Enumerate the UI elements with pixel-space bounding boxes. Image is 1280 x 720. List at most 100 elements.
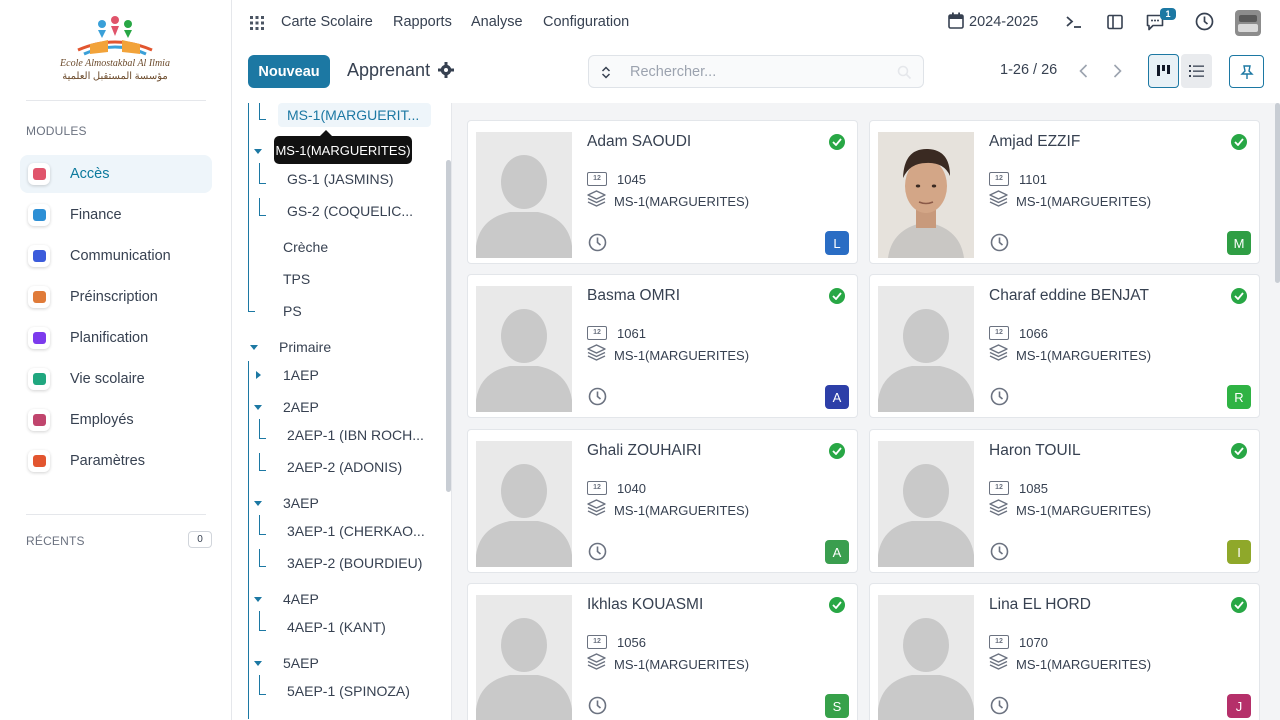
search-icon[interactable] bbox=[897, 65, 912, 80]
tree-node[interactable]: TPS bbox=[283, 271, 310, 287]
gear-icon[interactable] bbox=[438, 62, 454, 78]
tree-scrollbar[interactable] bbox=[446, 160, 451, 492]
tree-node[interactable]: 1AEP bbox=[283, 367, 319, 383]
filter-toggle-icon[interactable] bbox=[601, 66, 611, 79]
layers-icon bbox=[587, 499, 606, 516]
tree-node[interactable]: 2AEP-2 (ADONIS) bbox=[287, 459, 402, 475]
divider bbox=[26, 100, 206, 101]
sidebar-module-access[interactable]: Accès bbox=[20, 155, 212, 193]
activity-clock-icon[interactable] bbox=[1195, 12, 1214, 31]
activity-clock-icon[interactable] bbox=[588, 542, 607, 561]
activity-clock-icon[interactable] bbox=[588, 696, 607, 715]
responsible-avatar[interactable]: A bbox=[825, 385, 849, 409]
student-card[interactable]: Basma OMRI 12 1061 MS-1(MARGUERITES) A bbox=[467, 274, 858, 418]
student-id: 1070 bbox=[1019, 635, 1048, 650]
sidebar-module-label: Communication bbox=[70, 248, 171, 264]
list-view-button[interactable] bbox=[1181, 54, 1212, 88]
status-check-icon bbox=[829, 134, 845, 150]
nav-rapports[interactable]: Rapports bbox=[393, 14, 452, 30]
responsible-avatar[interactable]: A bbox=[825, 540, 849, 564]
tree-node[interactable]: Crèche bbox=[283, 239, 328, 255]
responsible-avatar[interactable]: R bbox=[1227, 385, 1251, 409]
sidebar-module-school-life[interactable]: Vie scolaire bbox=[20, 360, 212, 398]
tree-node[interactable]: PS bbox=[283, 303, 302, 319]
tree-node[interactable]: GS-2 (COQUELIC... bbox=[287, 203, 413, 219]
terminal-icon[interactable] bbox=[1066, 15, 1082, 29]
status-check-icon bbox=[829, 288, 845, 304]
kanban-view-button[interactable] bbox=[1148, 54, 1179, 88]
chevron-right-icon[interactable] bbox=[1110, 63, 1124, 79]
id-card-icon: 12 bbox=[587, 172, 607, 186]
student-card[interactable]: Haron TOUIL 12 1085 MS-1(MARGUERITES) I bbox=[869, 429, 1260, 573]
tree-node[interactable]: 4AEP bbox=[283, 591, 319, 607]
tree-node[interactable]: GS-1 (JASMINS) bbox=[287, 171, 394, 187]
responsible-avatar[interactable]: M bbox=[1227, 231, 1251, 255]
student-card[interactable]: Adam SAOUDI 12 1045 MS-1(MARGUERITES) L bbox=[467, 120, 858, 264]
layers-icon bbox=[989, 499, 1008, 516]
activity-clock-icon[interactable] bbox=[990, 542, 1009, 561]
list-icon bbox=[1189, 65, 1204, 77]
responsible-avatar[interactable]: L bbox=[825, 231, 849, 255]
communication-icon bbox=[28, 245, 50, 267]
student-id: 1066 bbox=[1019, 326, 1048, 341]
tree-node[interactable]: 5AEP bbox=[283, 655, 319, 671]
nav-carte-scolaire[interactable]: Carte Scolaire bbox=[281, 14, 373, 30]
sidebar-module-preinscription[interactable]: Préinscription bbox=[20, 278, 212, 316]
nav-analyse[interactable]: Analyse bbox=[471, 14, 523, 30]
chevron-left-icon[interactable] bbox=[1077, 63, 1091, 79]
activity-clock-icon[interactable] bbox=[588, 387, 607, 406]
pager-value[interactable]: 1-26 / 26 bbox=[1000, 62, 1057, 78]
sidebar-module-label: Accès bbox=[70, 166, 110, 182]
student-class: MS-1(MARGUERITES) bbox=[1016, 194, 1152, 209]
layers-icon bbox=[989, 653, 1008, 670]
status-check-icon bbox=[1231, 288, 1247, 304]
tree-node[interactable]: 3AEP bbox=[283, 495, 319, 511]
student-card[interactable]: Lina EL HORD 12 1070 MS-1(MARGUERITES) J bbox=[869, 583, 1260, 720]
kanban-scrollbar[interactable] bbox=[1275, 103, 1280, 283]
student-card[interactable]: Amjad EZZIF 12 1101 MS-1(MARGUERITES) M bbox=[869, 120, 1260, 264]
responsible-avatar[interactable]: I bbox=[1227, 540, 1251, 564]
panel-toggle-icon[interactable] bbox=[1107, 14, 1123, 30]
apps-grid-icon[interactable] bbox=[250, 16, 264, 30]
sidebar-module-employees[interactable]: Employés bbox=[20, 401, 212, 439]
layers-icon bbox=[989, 190, 1008, 207]
sidebar-module-finance[interactable]: Finance bbox=[20, 196, 212, 234]
recents-title: RÉCENTS bbox=[26, 534, 85, 548]
school-logo[interactable]: Ecole Almostakbal Al Ilmia مؤسسة المستقب… bbox=[50, 14, 180, 86]
responsible-avatar[interactable]: J bbox=[1227, 694, 1251, 718]
tree-node[interactable]: 4AEP-1 (KANT) bbox=[287, 619, 386, 635]
tree-node-ms-1[interactable]: MS-1(MARGUERIT... bbox=[287, 107, 419, 123]
finance-icon bbox=[28, 204, 50, 226]
student-photo bbox=[878, 132, 974, 258]
tree-node[interactable]: 2AEP bbox=[283, 399, 319, 415]
avatar-placeholder-icon bbox=[878, 286, 974, 412]
tree-node[interactable]: 2AEP-1 (IBN ROCH... bbox=[287, 427, 424, 443]
new-button[interactable]: Nouveau bbox=[248, 55, 330, 88]
preinscription-icon bbox=[28, 286, 50, 308]
activity-clock-icon[interactable] bbox=[588, 233, 607, 252]
activity-clock-icon[interactable] bbox=[990, 233, 1009, 252]
search-bar[interactable]: Rechercher... bbox=[588, 55, 924, 88]
tree-node[interactable]: 3AEP-2 (BOURDIEU) bbox=[287, 555, 422, 571]
tree-node[interactable]: 3AEP-1 (CHERKAO... bbox=[287, 523, 425, 539]
academic-year[interactable]: 2024-2025 bbox=[969, 14, 1038, 30]
sidebar-module-planning[interactable]: Planification bbox=[20, 319, 212, 357]
student-name: Lina EL HORD bbox=[989, 596, 1091, 613]
tree-node[interactable]: Primaire bbox=[279, 339, 331, 355]
tree-node[interactable]: 5AEP-1 (SPINOZA) bbox=[287, 683, 410, 699]
student-card[interactable]: Charaf eddine BENJAT 12 1066 MS-1(MARGUERIT… bbox=[869, 274, 1260, 418]
id-card-icon: 12 bbox=[989, 172, 1009, 186]
map-view-button[interactable] bbox=[1229, 55, 1264, 88]
activity-clock-icon[interactable] bbox=[990, 696, 1009, 715]
nav-configuration[interactable]: Configuration bbox=[543, 14, 629, 30]
student-class: MS-1(MARGUERITES) bbox=[1016, 657, 1152, 672]
sidebar-module-settings[interactable]: Paramètres bbox=[20, 442, 212, 480]
sidebar-module-communication[interactable]: Communication bbox=[20, 237, 212, 275]
activity-clock-icon[interactable] bbox=[990, 387, 1009, 406]
responsible-avatar[interactable]: S bbox=[825, 694, 849, 718]
top-nav: Carte Scolaire Rapports Analyse Configur… bbox=[232, 0, 1280, 46]
student-card[interactable]: Ghali ZOUHAIRI 12 1040 MS-1(MARGUERITES) A bbox=[467, 429, 858, 573]
user-avatar[interactable] bbox=[1235, 10, 1261, 36]
search-input[interactable]: Rechercher... bbox=[630, 64, 716, 80]
student-card[interactable]: Ikhlas KOUASMI 12 1056 MS-1(MARGUERITES) S bbox=[467, 583, 858, 720]
